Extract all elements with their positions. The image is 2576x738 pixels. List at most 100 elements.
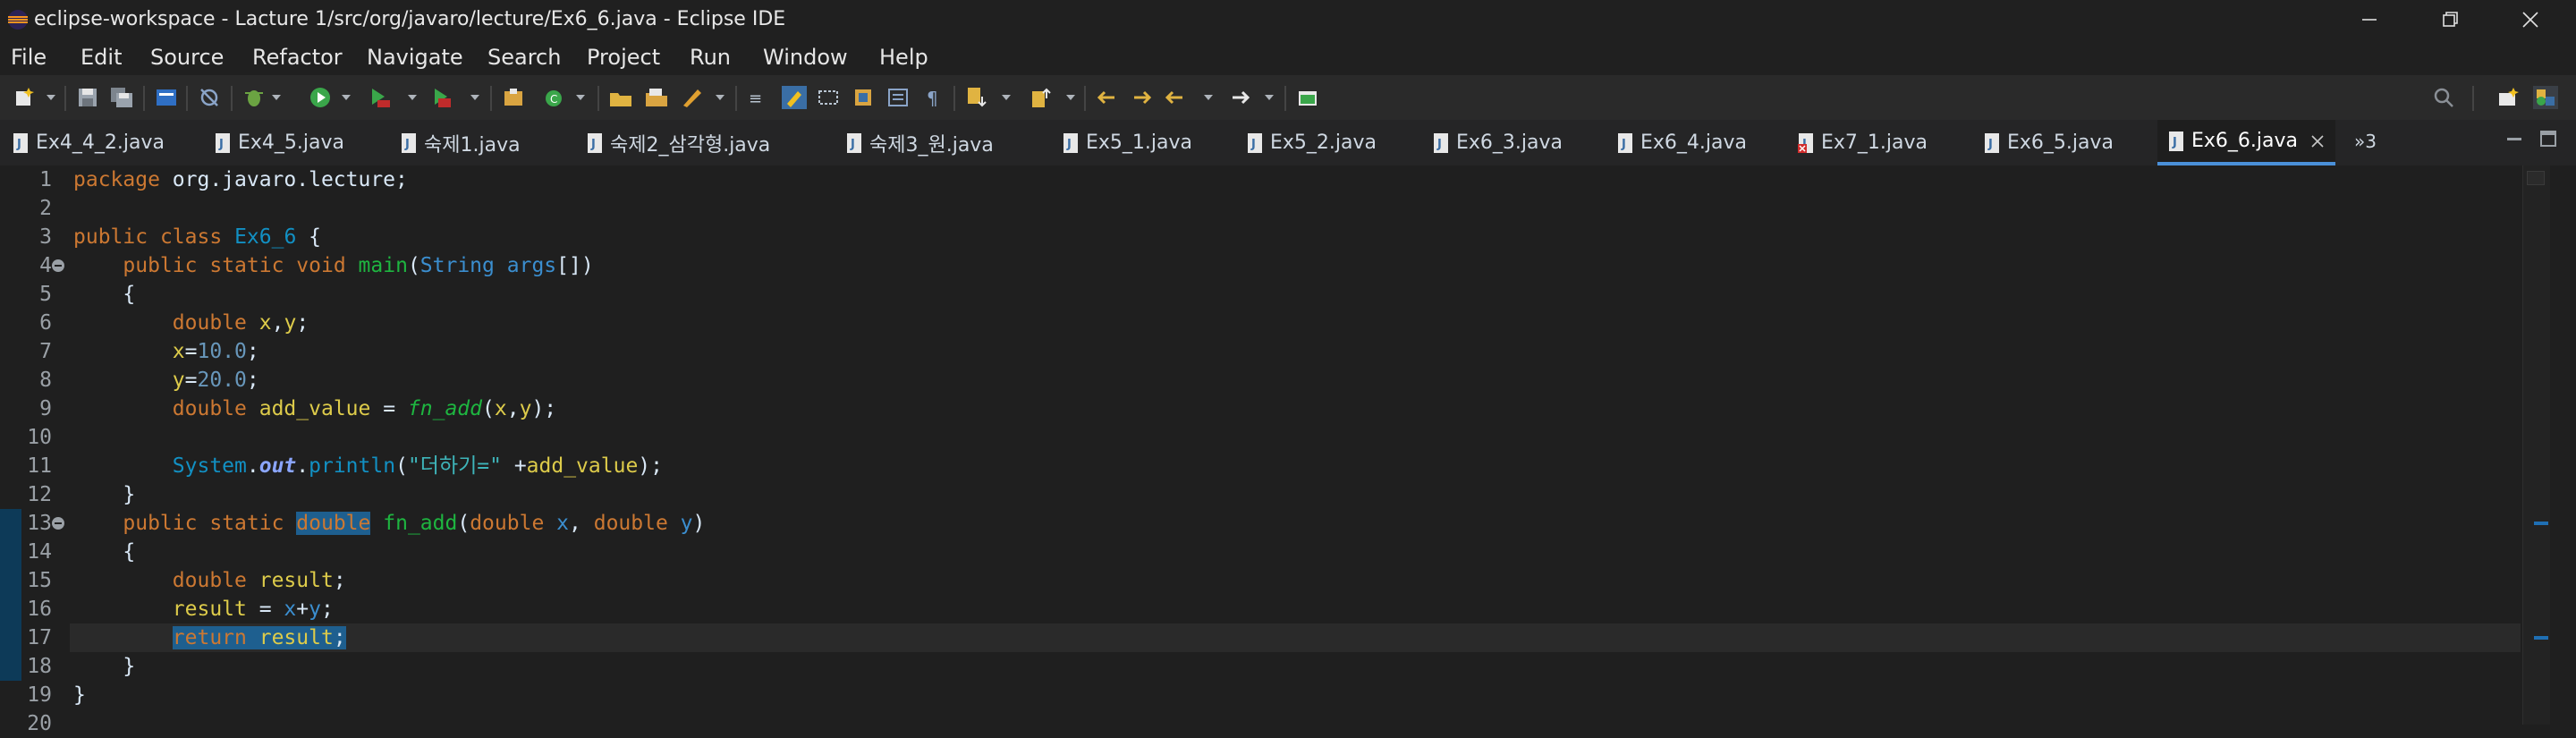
- string-literal: "더하기=": [407, 454, 502, 478]
- code-line: }: [73, 655, 136, 678]
- line-number: 1: [39, 168, 52, 191]
- next-annotation-icon[interactable]: [964, 86, 989, 109]
- back-dropdown-icon[interactable]: [1204, 95, 1213, 100]
- tab-ex7-1[interactable]: J Ex7_1.java: [1798, 120, 1928, 165]
- overview-ruler[interactable]: [2522, 165, 2550, 725]
- search-dropdown-icon[interactable]: [716, 95, 724, 100]
- open-task-icon[interactable]: [644, 86, 669, 109]
- skip-breakpoints-icon[interactable]: [197, 86, 222, 109]
- tab-ex6-5[interactable]: J Ex6_5.java: [1984, 120, 2114, 165]
- debug-dropdown-icon[interactable]: [272, 95, 281, 100]
- highlighted-occurrence: double: [296, 512, 371, 535]
- open-console-icon[interactable]: [154, 86, 179, 109]
- menu-help[interactable]: Help: [879, 44, 928, 71]
- back-arrow-icon[interactable]: [1163, 86, 1188, 109]
- java-file-icon: J: [402, 132, 416, 153]
- external-tools-icon[interactable]: [429, 86, 454, 109]
- close-tab-icon[interactable]: [2310, 134, 2325, 148]
- tab-ex5-2[interactable]: J Ex5_2.java: [1247, 120, 1377, 165]
- pin-editor-icon[interactable]: [1295, 86, 1320, 109]
- open-perspective-icon[interactable]: [2496, 86, 2521, 109]
- tab-ex5-1[interactable]: J Ex5_1.java: [1063, 120, 1192, 165]
- run-dropdown-icon[interactable]: [342, 95, 351, 100]
- menu-window[interactable]: Window: [763, 44, 848, 71]
- new-java-project-icon[interactable]: [501, 86, 526, 109]
- java-file-icon: J: [1434, 132, 1448, 153]
- menu-navigate[interactable]: Navigate: [367, 44, 463, 71]
- toggle-ant-mark-icon[interactable]: ≡: [746, 86, 771, 109]
- run-icon[interactable]: [308, 86, 333, 109]
- menu-file[interactable]: File: [11, 44, 47, 71]
- close-button[interactable]: [2490, 0, 2571, 39]
- maximize-view-icon[interactable]: [2538, 129, 2558, 148]
- code-line: public static void main(String args[]): [73, 251, 593, 280]
- code-line: x=10.0;: [73, 337, 259, 366]
- code-text: );: [531, 397, 557, 420]
- forward-edit-icon[interactable]: [1129, 86, 1154, 109]
- menu-project[interactable]: Project: [587, 44, 660, 71]
- menu-refactor[interactable]: Refactor: [252, 44, 343, 71]
- minimize-icon: [2362, 19, 2377, 21]
- eclipse-logo-icon: [8, 10, 28, 30]
- menu-run[interactable]: Run: [690, 44, 731, 71]
- new-icon[interactable]: [13, 86, 38, 109]
- toolbar-separator: [597, 86, 599, 111]
- open-type-icon[interactable]: [608, 86, 633, 109]
- tab-ex6-3[interactable]: J Ex6_3.java: [1433, 120, 1563, 165]
- coverage-icon[interactable]: [367, 86, 392, 109]
- code-editor[interactable]: 1 2 3 4 5 6 7 8 9 10 11 12 13 14 15 16 1…: [0, 165, 2576, 735]
- tab-overflow-button[interactable]: »3: [2354, 131, 2377, 152]
- save-all-icon[interactable]: [109, 86, 134, 109]
- code-line: }: [73, 483, 136, 506]
- tab-homework-2-triangle[interactable]: J 숙제2_삼각형.java: [587, 120, 770, 165]
- keyword: void: [296, 254, 346, 277]
- forward-arrow-icon[interactable]: [1227, 86, 1252, 109]
- external-tools-dropdown-icon[interactable]: [470, 95, 479, 100]
- new-java-package-icon[interactable]: C: [542, 86, 567, 109]
- minimize-button[interactable]: [2329, 0, 2410, 39]
- save-icon[interactable]: [75, 86, 100, 109]
- previous-annotation-dropdown-icon[interactable]: [1066, 95, 1075, 100]
- java-file-icon: J: [216, 132, 230, 153]
- coverage-dropdown-icon[interactable]: [408, 95, 417, 100]
- tab-homework-1[interactable]: J 숙제1.java: [401, 120, 521, 165]
- menu-source[interactable]: Source: [150, 44, 224, 71]
- tab-ex6-4[interactable]: J Ex6_4.java: [1617, 120, 1747, 165]
- new-class-dropdown-icon[interactable]: [576, 95, 585, 100]
- word-wrap-icon[interactable]: [886, 86, 911, 109]
- menu-edit[interactable]: Edit: [80, 44, 122, 71]
- pilcrow-icon[interactable]: ¶: [921, 86, 946, 109]
- restore-button[interactable]: [2410, 0, 2490, 39]
- tab-ex4-5[interactable]: J Ex4_5.java: [215, 120, 344, 165]
- java-file-icon: J: [2169, 131, 2183, 151]
- tab-ex6-6[interactable]: J Ex6_6.java: [2157, 120, 2336, 165]
- java-perspective-icon[interactable]: [2533, 86, 2558, 109]
- menu-search[interactable]: Search: [487, 44, 561, 71]
- new-dropdown-icon[interactable]: [47, 95, 55, 100]
- mark-occurrences-icon[interactable]: [782, 86, 807, 109]
- forward-dropdown-icon[interactable]: [1265, 95, 1274, 100]
- search-pencil-icon[interactable]: [680, 86, 705, 109]
- tab-ex4-4-2[interactable]: J Ex4_4_2.java: [13, 120, 165, 165]
- fold-collapse-icon[interactable]: [50, 258, 66, 274]
- debug-icon[interactable]: [242, 86, 267, 109]
- java-file-icon: J: [847, 132, 861, 153]
- occurrence-marker[interactable]: [2534, 636, 2548, 640]
- block-selection-icon[interactable]: [816, 86, 841, 109]
- fold-collapse-icon[interactable]: [50, 515, 66, 531]
- svg-text:J: J: [850, 138, 855, 151]
- code-line: double result;: [73, 566, 346, 595]
- minimize-view-icon[interactable]: [2504, 129, 2524, 148]
- previous-annotation-icon[interactable]: [1029, 86, 1054, 109]
- next-annotation-dropdown-icon[interactable]: [1002, 95, 1011, 100]
- occurrence-marker[interactable]: [2534, 522, 2548, 525]
- show-whitespace-icon[interactable]: [852, 86, 877, 109]
- parameter: y: [680, 512, 693, 535]
- search-icon[interactable]: [2431, 86, 2456, 109]
- tab-homework-3-circle[interactable]: J 숙제3_원.java: [846, 120, 994, 165]
- last-edit-location-icon[interactable]: [1095, 86, 1120, 109]
